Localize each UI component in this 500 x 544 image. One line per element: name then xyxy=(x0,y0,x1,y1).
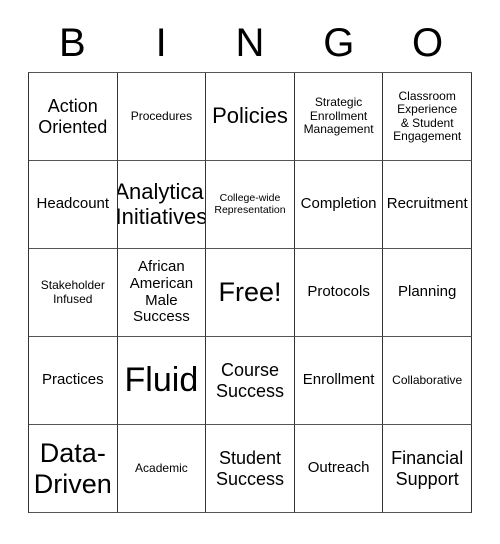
bingo-cell[interactable]: African American Male Success xyxy=(117,249,207,337)
bingo-cell-label: Academic xyxy=(135,460,188,475)
bingo-header-letter-i: I xyxy=(155,21,167,65)
bingo-header-row: B I N G O xyxy=(28,14,472,72)
bingo-cell-label: Stakeholder Infused xyxy=(40,278,105,306)
bingo-grid: Action Oriented Procedures Policies Stra… xyxy=(28,72,472,513)
bingo-cell-label: Collaborative xyxy=(392,372,463,387)
bingo-cell[interactable]: Procedures xyxy=(117,73,207,161)
bingo-cell[interactable]: Analytical Initiatives xyxy=(117,161,207,249)
bingo-cell-free-space[interactable]: Free! xyxy=(206,249,295,337)
bingo-cell-label: Action Oriented xyxy=(38,96,108,137)
bingo-cell-label: Headcount xyxy=(36,195,110,213)
bingo-cell[interactable]: Strategic Enrollment Management xyxy=(294,73,384,161)
bingo-cell[interactable]: Recruitment xyxy=(383,161,472,249)
bingo-cell-label: Completion xyxy=(300,195,377,213)
bingo-cell[interactable]: Academic xyxy=(117,425,207,513)
bingo-cell[interactable]: Stakeholder Infused xyxy=(29,249,118,337)
bingo-cell-label: Protocols xyxy=(307,283,370,301)
bingo-cell[interactable]: Classroom Experience & Student Engagemen… xyxy=(383,73,472,161)
bingo-cell[interactable]: Action Oriented xyxy=(29,73,118,161)
bingo-cell-label: Recruitment xyxy=(386,195,468,213)
bingo-cell[interactable]: Data- Driven xyxy=(29,425,118,513)
bingo-cell-label: Planning xyxy=(397,283,457,301)
bingo-cell[interactable]: Course Success xyxy=(206,337,295,425)
bingo-cell[interactable]: Fluid xyxy=(117,337,207,425)
bingo-cell-label: Procedures xyxy=(130,108,193,123)
bingo-cell-label: Strategic Enrollment Management xyxy=(303,95,374,137)
bingo-header-letter-n: N xyxy=(235,21,265,65)
bingo-cell[interactable]: Outreach xyxy=(294,425,384,513)
bingo-cell-label: Policies xyxy=(212,103,288,129)
bingo-cell[interactable]: Practices xyxy=(29,337,118,425)
bingo-cell-label: Student Success xyxy=(215,448,284,489)
bingo-card: B I N G O Action Oriented Procedures Pol… xyxy=(28,14,472,513)
bingo-cell-label: College-wide Representation xyxy=(214,191,286,216)
bingo-header-letter-b: B xyxy=(59,21,86,65)
bingo-cell-label: Outreach xyxy=(307,459,370,477)
bingo-cell-label: Enrollment xyxy=(302,371,375,389)
bingo-cell[interactable]: Completion xyxy=(294,161,384,249)
bingo-cell[interactable]: Student Success xyxy=(206,425,295,513)
bingo-header-letter-o: O xyxy=(412,21,444,65)
bingo-cell[interactable]: Financial Support xyxy=(383,425,472,513)
bingo-cell[interactable]: Planning xyxy=(383,249,472,337)
bingo-cell-label: Practices xyxy=(41,371,104,389)
bingo-cell[interactable]: Collaborative xyxy=(383,337,472,425)
bingo-cell-label: Course Success xyxy=(215,360,284,401)
bingo-cell[interactable]: Policies xyxy=(206,73,295,161)
bingo-cell[interactable]: College-wide Representation xyxy=(206,161,295,249)
bingo-cell-label: Financial Support xyxy=(391,448,464,489)
bingo-cell-label: Analytical Initiatives xyxy=(117,178,207,229)
bingo-cell-label: Data- Driven xyxy=(33,438,112,499)
bingo-cell[interactable]: Headcount xyxy=(29,161,118,249)
bingo-cell-label: Fluid xyxy=(124,361,199,400)
bingo-cell-label: Classroom Experience & Student Engagemen… xyxy=(393,88,462,143)
bingo-cell[interactable]: Protocols xyxy=(294,249,384,337)
bingo-cell-label: African American Male Success xyxy=(129,257,194,326)
bingo-cell-label: Free! xyxy=(218,277,282,308)
bingo-header-letter-g: G xyxy=(323,21,355,65)
bingo-cell[interactable]: Enrollment xyxy=(294,337,384,425)
